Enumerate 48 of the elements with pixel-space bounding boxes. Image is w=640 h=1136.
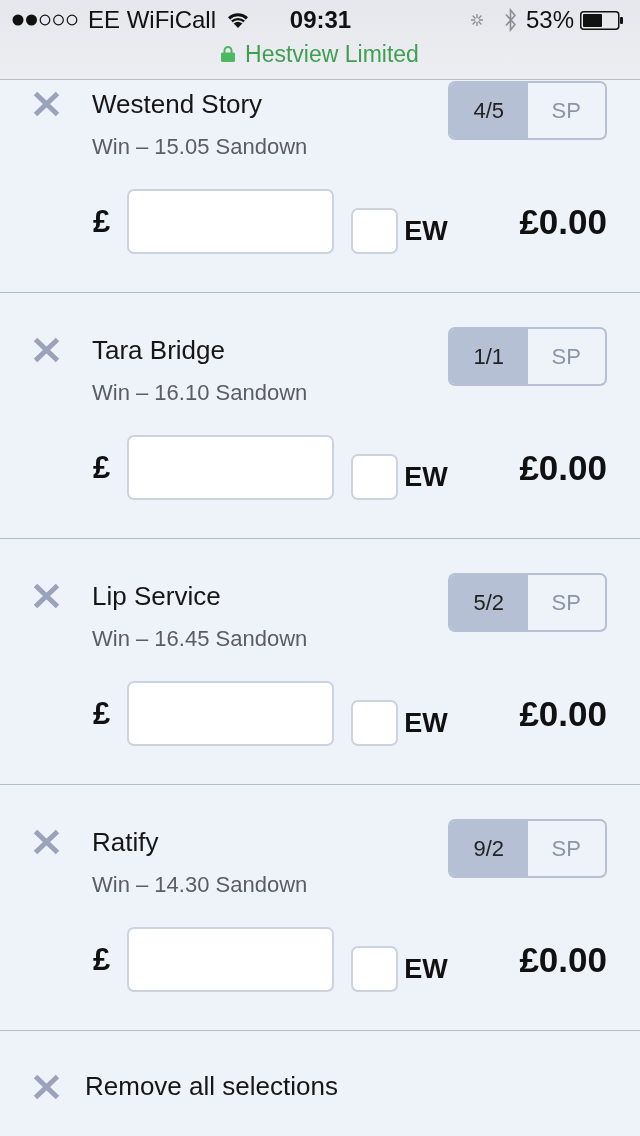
lock-icon xyxy=(221,44,236,62)
returns-amount: £0.00 xyxy=(519,693,607,734)
selection-name: Ratify xyxy=(92,826,160,859)
market-label: Win – 14.30 Sandown xyxy=(92,871,309,899)
odds-option[interactable]: 9/2 xyxy=(450,821,528,876)
clock-time: 09:31 xyxy=(289,6,352,34)
remove-all-button[interactable]: Remove all selections xyxy=(33,1071,338,1102)
battery-icon xyxy=(580,10,623,30)
bluetooth-icon xyxy=(504,8,516,32)
each-way-checkbox[interactable] xyxy=(351,453,399,500)
activity-spinner-icon xyxy=(470,14,483,26)
market-label: Win – 16.45 Sandown xyxy=(92,625,309,653)
odds-option[interactable]: 1/1 xyxy=(450,329,528,384)
market-label: Win – 15.05 Sandown xyxy=(92,133,309,161)
wifi-icon xyxy=(228,12,248,28)
close-icon[interactable] xyxy=(33,583,60,609)
stake-field[interactable] xyxy=(127,927,335,992)
currency-symbol: £ xyxy=(93,449,111,486)
market-label: Win – 16.10 Sandown xyxy=(92,379,309,407)
stake-field[interactable] xyxy=(127,681,335,746)
signal-strength-icon xyxy=(12,14,78,26)
currency-symbol: £ xyxy=(93,203,111,240)
each-way-checkbox[interactable] xyxy=(351,207,399,254)
odds-option[interactable]: 5/2 xyxy=(450,575,528,630)
each-way-label: EW xyxy=(404,216,448,247)
currency-symbol: £ xyxy=(93,941,111,978)
close-icon[interactable] xyxy=(33,337,60,363)
selection-name: Westend Story xyxy=(92,88,264,121)
selection-name: Lip Service xyxy=(92,580,222,613)
battery-percentage: 53% xyxy=(525,6,574,34)
close-icon[interactable] xyxy=(33,829,60,855)
selection-name: Tara Bridge xyxy=(92,334,226,367)
currency-symbol: £ xyxy=(93,695,111,732)
site-name: Hestview Limited xyxy=(245,40,419,68)
returns-amount: £0.00 xyxy=(519,201,607,242)
each-way-label: EW xyxy=(404,462,448,493)
carrier-name: EE WiFiCall xyxy=(88,6,216,34)
close-icon[interactable] xyxy=(33,91,60,117)
stake-field[interactable] xyxy=(127,189,335,254)
each-way-label: EW xyxy=(404,954,448,985)
each-way-checkbox[interactable] xyxy=(351,699,399,746)
odds-option[interactable]: 4/5 xyxy=(450,83,528,138)
each-way-checkbox[interactable] xyxy=(351,945,399,992)
stake-field[interactable] xyxy=(127,435,335,500)
returns-amount: £0.00 xyxy=(519,447,607,488)
returns-amount: £0.00 xyxy=(519,939,607,980)
close-icon xyxy=(33,1073,60,1100)
each-way-label: EW xyxy=(404,708,448,739)
